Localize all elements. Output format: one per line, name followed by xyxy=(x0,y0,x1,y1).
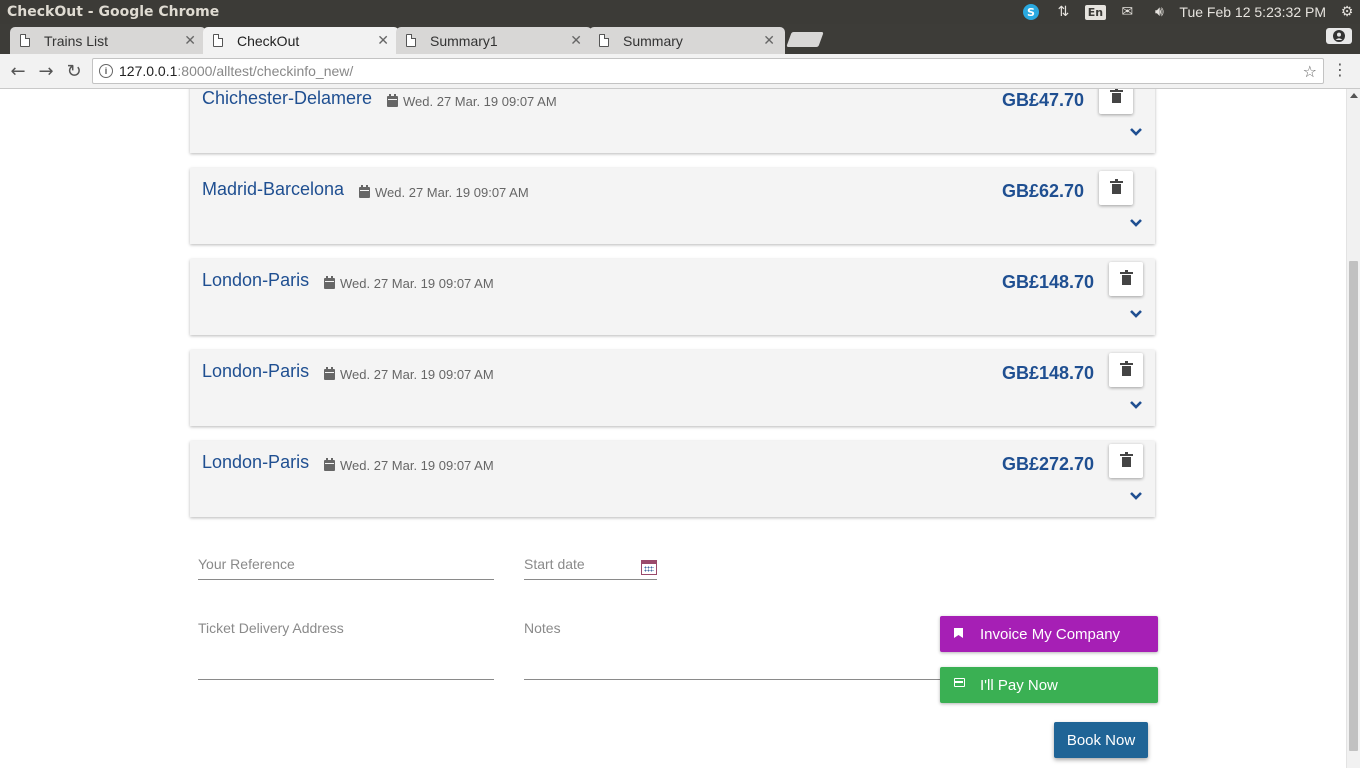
journey-date: Wed. 27 Mar. 19 09:07 AM xyxy=(324,367,494,382)
delivery-address-input[interactable]: Ticket Delivery Address xyxy=(198,620,344,636)
journey-card: London-Paris Wed. 27 Mar. 19 09:07 AM GB… xyxy=(190,350,1155,426)
journey-route[interactable]: Chichester-Delamere xyxy=(202,89,372,109)
reference-input[interactable]: Your Reference xyxy=(198,556,295,572)
page-content: Chichester-Delamere Wed. 27 Mar. 19 09:0… xyxy=(0,89,1360,768)
tab-label: Summary xyxy=(623,32,683,49)
chevron-down-icon[interactable] xyxy=(1129,125,1143,139)
close-icon[interactable]: ✕ xyxy=(377,32,389,49)
profile-icon[interactable] xyxy=(1326,28,1352,44)
calendar-icon xyxy=(387,94,398,107)
trash-icon xyxy=(1119,270,1133,285)
browser-tab-strip: Trains List ✕ CheckOut ✕ Summary1 ✕ Summ… xyxy=(0,24,1360,54)
journey-card: Chichester-Delamere Wed. 27 Mar. 19 09:0… xyxy=(190,89,1155,153)
scrollbar-thumb[interactable] xyxy=(1349,261,1358,751)
chevron-down-icon[interactable] xyxy=(1129,489,1143,503)
page-scrollbar[interactable] xyxy=(1346,89,1360,768)
start-date-underline xyxy=(524,579,657,580)
journey-date: Wed. 27 Mar. 19 09:07 AM xyxy=(324,276,494,291)
network-icon[interactable]: ⇅ xyxy=(1047,0,1079,24)
book-now-button[interactable]: Book Now xyxy=(1054,722,1148,758)
calendar-picker-icon[interactable] xyxy=(641,560,657,575)
journey-card: Madrid-Barcelona Wed. 27 Mar. 19 09:07 A… xyxy=(190,168,1155,244)
clock[interactable]: Tue Feb 12 5:23:32 PM xyxy=(1175,4,1334,20)
journey-date: Wed. 27 Mar. 19 09:07 AM xyxy=(359,185,529,200)
calendar-icon xyxy=(324,276,335,289)
trash-icon xyxy=(1119,361,1133,376)
chevron-down-icon[interactable] xyxy=(1129,216,1143,230)
info-icon[interactable]: i xyxy=(99,64,113,78)
delete-journey-button[interactable] xyxy=(1099,89,1133,114)
trash-icon xyxy=(1109,179,1123,194)
tab-summary[interactable]: Summary ✕ xyxy=(589,27,785,54)
pay-now-button[interactable]: I'll Pay Now xyxy=(940,667,1158,703)
delete-journey-button[interactable] xyxy=(1099,171,1133,205)
system-tray: S ⇅ En ✉ 🔊︎ Tue Feb 12 5:23:32 PM ⚙ xyxy=(1015,0,1360,24)
scroll-up-arrow-icon[interactable] xyxy=(1350,93,1358,98)
settings-gear-icon[interactable]: ⚙ xyxy=(1334,0,1360,24)
journey-card: London-Paris Wed. 27 Mar. 19 09:07 AM GB… xyxy=(190,441,1155,517)
calendar-icon xyxy=(324,367,335,380)
journey-date: Wed. 27 Mar. 19 09:07 AM xyxy=(324,458,494,473)
journey-price: GB£148.70 xyxy=(1002,363,1095,383)
close-icon[interactable]: ✕ xyxy=(184,32,196,49)
close-icon[interactable]: ✕ xyxy=(763,32,775,49)
chevron-down-icon[interactable] xyxy=(1129,398,1143,412)
calendar-icon xyxy=(359,185,370,198)
tab-summary1[interactable]: Summary1 ✕ xyxy=(396,27,592,54)
journey-route[interactable]: London-Paris xyxy=(202,361,309,382)
notes-input[interactable]: Notes xyxy=(524,620,561,636)
calendar-icon xyxy=(324,458,335,471)
invoice-my-company-button[interactable]: Invoice My Company xyxy=(940,616,1158,652)
bookmark-star-icon[interactable]: ☆ xyxy=(1303,62,1317,81)
journey-card: London-Paris Wed. 27 Mar. 19 09:07 AM GB… xyxy=(190,259,1155,335)
journey-route[interactable]: Madrid-Barcelona xyxy=(202,179,344,200)
journey-date: Wed. 27 Mar. 19 09:07 AM xyxy=(387,94,557,109)
start-date-input[interactable]: Start date xyxy=(524,556,585,572)
document-icon xyxy=(406,34,416,47)
journey-route[interactable]: London-Paris xyxy=(202,452,309,473)
keyboard-layout-indicator[interactable]: En xyxy=(1079,0,1111,24)
journey-price: GB£62.70 xyxy=(1002,181,1085,201)
skype-icon[interactable]: S xyxy=(1015,0,1047,24)
delivery-address-underline xyxy=(198,679,494,680)
window-title: CheckOut - Google Chrome xyxy=(7,4,220,20)
chevron-down-icon[interactable] xyxy=(1129,307,1143,321)
reload-icon[interactable]: ↻ xyxy=(63,60,85,82)
delete-journey-button[interactable] xyxy=(1109,262,1143,296)
credit-card-icon xyxy=(954,678,965,687)
forward-arrow-icon[interactable]: → xyxy=(35,60,57,82)
journey-route[interactable]: London-Paris xyxy=(202,270,309,291)
back-arrow-icon[interactable]: ← xyxy=(7,60,29,82)
journey-price: GB£272.70 xyxy=(1002,454,1095,474)
tab-label: Summary1 xyxy=(430,32,498,49)
document-icon xyxy=(20,34,30,47)
document-icon xyxy=(213,34,223,47)
volume-icon[interactable]: 🔊︎ xyxy=(1143,0,1175,24)
address-bar[interactable]: i 127.0.0.1:8000/alltest/checkinfo_new/ … xyxy=(92,58,1324,84)
tab-label: CheckOut xyxy=(237,32,300,49)
pay-now-button-label: I'll Pay Now xyxy=(980,676,1058,694)
os-top-bar: CheckOut - Google Chrome S ⇅ En ✉ 🔊︎ Tue… xyxy=(0,0,1360,24)
tab-label: Trains List xyxy=(44,32,109,49)
mail-icon[interactable]: ✉ xyxy=(1111,0,1143,24)
bookmark-icon xyxy=(954,628,963,638)
browser-toolbar: ← → ↻ i 127.0.0.1:8000/alltest/checkinfo… xyxy=(0,54,1360,89)
tab-trains-list[interactable]: Trains List ✕ xyxy=(10,27,206,54)
delete-journey-button[interactable] xyxy=(1109,353,1143,387)
url-text[interactable]: 127.0.0.1:8000/alltest/checkinfo_new/ xyxy=(119,63,353,79)
invoice-button-label: Invoice My Company xyxy=(980,625,1121,643)
reference-input-underline xyxy=(198,579,494,580)
journey-price: GB£47.70 xyxy=(1002,90,1085,110)
new-tab-button[interactable] xyxy=(786,32,824,47)
close-icon[interactable]: ✕ xyxy=(570,32,582,49)
tab-checkout[interactable]: CheckOut ✕ xyxy=(203,27,399,54)
notes-underline xyxy=(524,679,944,680)
trash-icon xyxy=(1109,89,1123,103)
document-icon xyxy=(599,34,609,47)
chrome-menu-icon[interactable]: ⋮ xyxy=(1332,61,1348,79)
delete-journey-button[interactable] xyxy=(1109,444,1143,478)
svg-text:S: S xyxy=(1027,6,1035,19)
journey-price: GB£148.70 xyxy=(1002,272,1095,292)
trash-icon xyxy=(1119,452,1133,467)
